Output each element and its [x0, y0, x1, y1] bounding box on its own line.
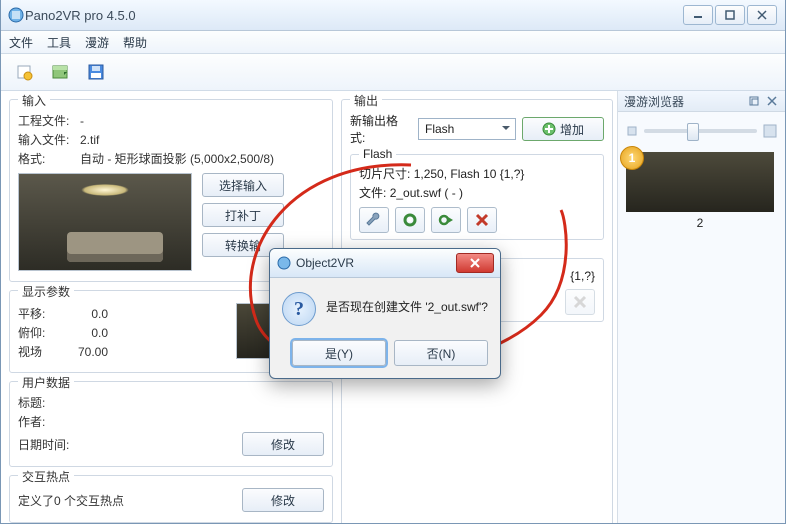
- wrench-icon: [366, 212, 382, 228]
- pan-value: 0.0: [60, 307, 108, 321]
- new-project-button[interactable]: [9, 57, 39, 87]
- date-label: 日期时间:: [18, 436, 80, 453]
- secondary-output-value: {1,?}: [570, 269, 595, 283]
- thumb-small-icon: [626, 125, 638, 137]
- dialog-titlebar: Object2VR: [270, 249, 500, 278]
- window-title: Pano2VR pro 4.5.0: [25, 8, 683, 23]
- menu-tools[interactable]: 工具: [47, 34, 71, 51]
- userdata-group-title: 用户数据: [18, 374, 74, 391]
- hotspots-modify-button[interactable]: 修改: [242, 488, 324, 512]
- project-file-label: 工程文件:: [18, 112, 80, 129]
- input-file-value: 2.tif: [80, 133, 324, 147]
- userdata-modify-button[interactable]: 修改: [242, 432, 324, 456]
- plus-icon: [542, 122, 556, 136]
- slider-track[interactable]: [644, 129, 757, 133]
- hotspots-summary: 定义了0 个交互热点: [18, 492, 242, 509]
- input-file-label: 输入文件:: [18, 131, 80, 148]
- hotspots-group: 交互热点 定义了0 个交互热点 修改: [9, 475, 333, 523]
- display-group-title: 显示参数: [18, 283, 74, 300]
- dialog-message: 是否现在创建文件 '2_out.swf'?: [326, 292, 488, 315]
- toolbar: [1, 54, 785, 91]
- menu-tour[interactable]: 漫游: [85, 34, 109, 51]
- menu-file[interactable]: 文件: [9, 34, 33, 51]
- gear-icon: [402, 212, 418, 228]
- panel-close-button[interactable]: [765, 94, 779, 108]
- tilt-label: 俯仰:: [18, 324, 60, 341]
- author-label: 作者:: [18, 413, 80, 430]
- format-value: 自动 - 矩形球面投影 (5,000x2,500/8): [80, 150, 324, 167]
- flash-output-subgroup: Flash 切片尺寸: 1,250, Flash 10 {1,?} 文件: 2_…: [350, 154, 604, 240]
- confirm-dialog: Object2VR ? 是否现在创建文件 '2_out.swf'? 是(Y) 否…: [269, 248, 501, 379]
- output-run-button[interactable]: [431, 207, 461, 233]
- output-file-label: 文件:: [359, 184, 386, 201]
- add-output-button[interactable]: 增加: [522, 117, 604, 141]
- thumbnail-size-slider[interactable]: [626, 120, 777, 142]
- output-group-title: 输出: [350, 92, 382, 109]
- dialog-yes-button[interactable]: 是(Y): [292, 340, 386, 366]
- save-project-button[interactable]: [81, 57, 111, 87]
- fov-label: 视场: [18, 343, 60, 360]
- close-icon: [469, 258, 481, 268]
- browser-item-badge: 1: [620, 146, 644, 170]
- browser-item-label: 2: [626, 216, 774, 230]
- menu-help[interactable]: 帮助: [123, 34, 147, 51]
- select-input-button[interactable]: 选择输入: [202, 173, 284, 197]
- hotspots-group-title: 交互热点: [18, 468, 74, 485]
- minimize-button[interactable]: [683, 5, 713, 25]
- browser-item-thumbnail: 1: [626, 152, 774, 212]
- menubar: 文件 工具 漫游 帮助: [1, 31, 785, 54]
- tile-size-label: 切片尺寸:: [359, 165, 410, 182]
- input-panorama-thumbnail: [18, 173, 192, 271]
- userdata-group: 用户数据 标题: 作者: 日期时间: 修改: [9, 381, 333, 467]
- window-controls: [683, 5, 779, 25]
- output-format-value: Flash: [425, 122, 454, 136]
- app-icon: [7, 6, 25, 24]
- maximize-button[interactable]: [715, 5, 745, 25]
- open-project-button[interactable]: [45, 57, 75, 87]
- dialog-buttons: 是(Y) 否(N): [270, 334, 500, 378]
- gear-play-icon: [438, 212, 454, 228]
- delete-x-icon: [572, 294, 588, 310]
- slider-thumb[interactable]: [687, 123, 699, 141]
- tilt-value: 0.0: [60, 326, 108, 340]
- output-settings-button[interactable]: [359, 207, 389, 233]
- dialog-app-icon: [276, 255, 292, 271]
- add-output-label: 增加: [560, 121, 584, 138]
- dialog-close-button[interactable]: [456, 253, 494, 273]
- titlebar: Pano2VR pro 4.5.0: [1, 0, 785, 31]
- title-label: 标题:: [18, 394, 80, 411]
- pan-label: 平移:: [18, 305, 60, 322]
- new-format-label: 新输出格式:: [350, 112, 412, 146]
- project-file-value: -: [80, 114, 324, 128]
- thumb-large-icon: [763, 124, 777, 138]
- close-button[interactable]: [747, 5, 777, 25]
- output-format-select[interactable]: Flash: [418, 118, 516, 140]
- browser-panel-header: 漫游浏览器: [618, 91, 785, 112]
- secondary-output-button[interactable]: [565, 289, 595, 315]
- browser-panel-body: 1 2: [618, 112, 785, 238]
- format-label: 格式:: [18, 150, 80, 167]
- output-gear-button[interactable]: [395, 207, 425, 233]
- delete-x-icon: [474, 212, 490, 228]
- output-delete-button[interactable]: [467, 207, 497, 233]
- question-icon: ?: [282, 292, 316, 326]
- dialog-body: ? 是否现在创建文件 '2_out.swf'?: [270, 278, 500, 334]
- patch-button[interactable]: 打补丁: [202, 203, 284, 227]
- tile-size-value: 1,250, Flash 10 {1,?}: [414, 167, 525, 181]
- fov-value: 70.00: [60, 345, 108, 359]
- app-window: Pano2VR pro 4.5.0 文件 工具 漫游 帮助 输入 工程文件:- …: [0, 0, 786, 524]
- browser-item[interactable]: 1 2: [626, 152, 774, 230]
- dialog-title: Object2VR: [296, 256, 456, 270]
- input-group-title: 输入: [18, 92, 50, 109]
- browser-panel-title: 漫游浏览器: [624, 93, 684, 110]
- dialog-no-button[interactable]: 否(N): [394, 340, 488, 366]
- panel-undock-button[interactable]: [747, 94, 761, 108]
- flash-subgroup-title: Flash: [359, 147, 396, 161]
- right-column: 漫游浏览器 1 2: [617, 91, 785, 524]
- output-file-value: 2_out.swf ( - ): [390, 186, 463, 200]
